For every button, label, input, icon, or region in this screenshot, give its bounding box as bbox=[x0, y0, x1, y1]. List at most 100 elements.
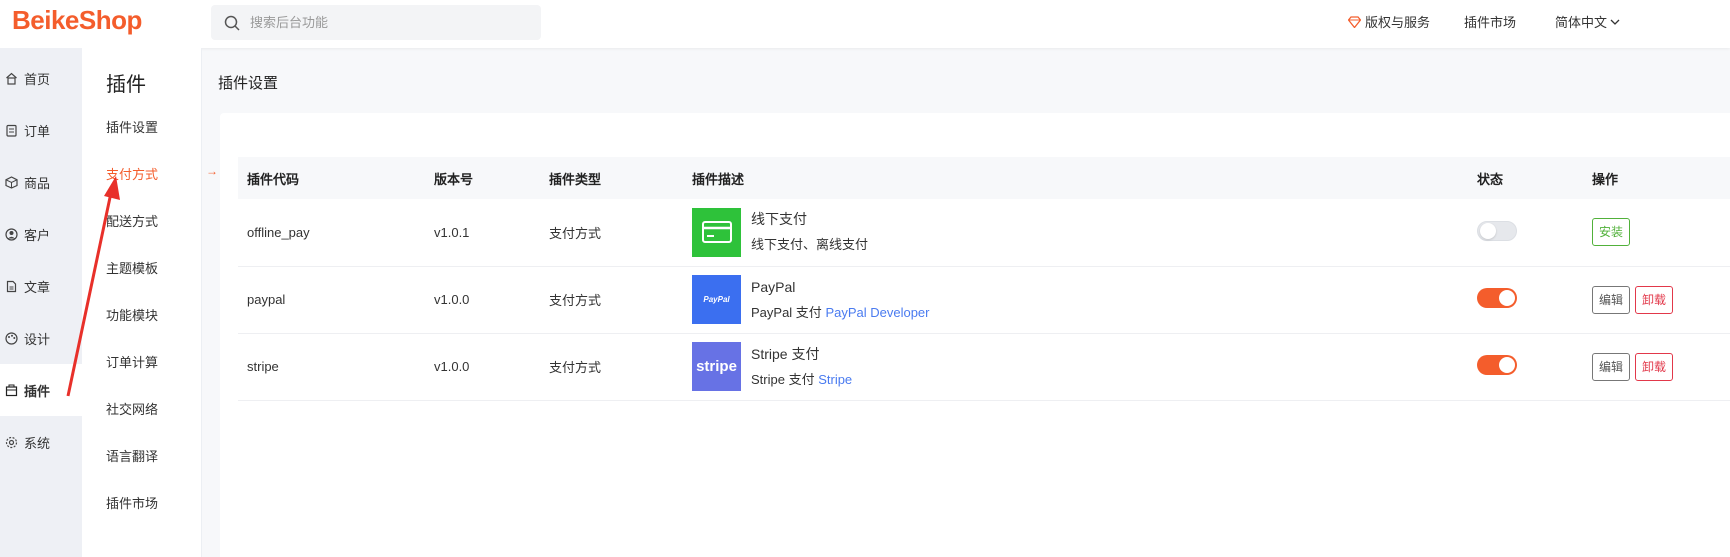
subnav-item-label: 支付方式 bbox=[106, 167, 159, 182]
plugin-subtitle: Stripe 支付 Stripe bbox=[751, 367, 852, 392]
search-box[interactable] bbox=[211, 5, 541, 40]
gear-icon bbox=[5, 436, 18, 448]
subnav-item-social-networks[interactable]: 社交网络 bbox=[106, 399, 198, 418]
sidebar-item-label: 客户 bbox=[24, 227, 51, 243]
status-toggle[interactable] bbox=[1477, 355, 1517, 375]
plugin-market-label: 插件市场 bbox=[1464, 15, 1517, 30]
plugin-code: stripe bbox=[238, 333, 425, 401]
plugins-table: 插件代码 版本号 插件类型 插件描述 状态 操作 offline_pay v1.… bbox=[238, 157, 1730, 401]
plugin-type: 支付方式 bbox=[540, 333, 683, 401]
customer-icon bbox=[5, 227, 18, 241]
sidebar-item-system[interactable]: 系统 bbox=[0, 416, 82, 468]
plugin-status bbox=[1468, 333, 1583, 401]
product-icon bbox=[5, 175, 18, 189]
table-row: stripe v1.0.0 支付方式 stripe Stripe 支付 Stri… bbox=[238, 333, 1730, 401]
sidebar-item-articles[interactable]: 文章 bbox=[0, 260, 82, 312]
subnav-item-language-translation[interactable]: 语言翻译 bbox=[106, 446, 198, 465]
subnav-item-payment-methods[interactable]: 支付方式 → bbox=[106, 164, 218, 183]
plugin-icon bbox=[5, 384, 18, 396]
developer-link[interactable]: PayPal Developer bbox=[825, 305, 929, 320]
subnav-item-theme-templates[interactable]: 主题模板 bbox=[106, 258, 198, 277]
chevron-down-icon bbox=[1610, 19, 1620, 25]
column-header-type: 插件类型 bbox=[549, 171, 602, 187]
table-row: paypal v1.0.0 支付方式 PayPal PayPal PayPal … bbox=[238, 266, 1730, 334]
developer-link[interactable]: Stripe bbox=[818, 372, 852, 387]
table-row: offline_pay v1.0.1 支付方式 线下支付 线下支付、离线支付 安… bbox=[238, 199, 1730, 267]
offline-pay-logo bbox=[692, 207, 741, 257]
top-bar: BeikeShop 版权与服务 插件市场 简体中文 bbox=[0, 0, 1730, 48]
sidebar-item-orders[interactable]: 订单 bbox=[0, 104, 82, 156]
sidebar-item-label: 商品 bbox=[24, 175, 51, 191]
subnav-item-feature-modules[interactable]: 功能模块 bbox=[106, 305, 198, 324]
plugin-subtitle-text: Stripe 支付 bbox=[751, 371, 815, 387]
order-icon bbox=[6, 124, 17, 137]
plugin-subnav: 插件 插件设置 支付方式 → 配送方式 主题模板 功能模块 订单计算 社交网络 … bbox=[82, 48, 218, 557]
brand-logo[interactable]: BeikeShop bbox=[12, 5, 142, 36]
sidebar-item-label: 订单 bbox=[24, 123, 51, 139]
sidebar-item-plugins[interactable]: 插件 bbox=[0, 364, 82, 416]
toggle-knob bbox=[1499, 290, 1515, 306]
edit-button[interactable]: 编辑 bbox=[1592, 352, 1631, 381]
plugin-code: offline_pay bbox=[238, 199, 425, 267]
table-header-row: 插件代码 版本号 插件类型 插件描述 状态 操作 bbox=[238, 157, 1730, 199]
sidebar-item-label: 插件 bbox=[24, 383, 51, 399]
plugin-version: v1.0.0 bbox=[425, 333, 540, 401]
plugin-actions: 编辑 卸载 bbox=[1583, 333, 1730, 401]
article-icon bbox=[6, 280, 17, 292]
plugin-market-link[interactable]: 插件市场 bbox=[1464, 12, 1516, 31]
column-header-description: 插件描述 bbox=[692, 171, 745, 187]
uninstall-button[interactable]: 卸载 bbox=[1635, 352, 1674, 381]
plugin-description: stripe Stripe 支付 Stripe 支付 Stripe bbox=[683, 333, 1468, 401]
plugin-status bbox=[1468, 266, 1583, 334]
subnav-item-order-totals[interactable]: 订单计算 bbox=[106, 352, 198, 371]
subnav-title: 插件 bbox=[106, 74, 146, 96]
plugin-actions: 安装 bbox=[1583, 199, 1730, 267]
sidebar-item-design[interactable]: 设计 bbox=[0, 312, 82, 364]
language-switcher[interactable]: 简体中文 bbox=[1555, 12, 1624, 31]
search-input[interactable] bbox=[250, 15, 510, 30]
plugin-subtitle-text: PayPal 支付 bbox=[751, 304, 822, 320]
sidebar-item-home[interactable]: 首页 bbox=[0, 52, 82, 104]
palette-icon bbox=[5, 331, 18, 345]
subnav-item-plugin-market[interactable]: 插件市场 bbox=[106, 493, 198, 512]
stripe-logo: stripe bbox=[692, 342, 741, 391]
paypal-logo: PayPal bbox=[692, 275, 741, 324]
plugin-description: 线下支付 线下支付、离线支付 bbox=[683, 199, 1468, 267]
plugin-version: v1.0.0 bbox=[425, 266, 540, 334]
sidebar-item-label: 文章 bbox=[24, 279, 51, 295]
copyright-service-link[interactable]: 版权与服务 bbox=[1348, 12, 1430, 31]
main-sidebar: 首页 订单 商品 客户 文章 设计 插件 系统 bbox=[0, 48, 82, 557]
plugin-type: 支付方式 bbox=[540, 266, 683, 334]
subnav-item-plugin-settings[interactable]: 插件设置 bbox=[106, 117, 198, 136]
plugin-title: PayPal bbox=[751, 278, 796, 295]
plugin-title: Stripe 支付 bbox=[751, 345, 820, 362]
sidebar-item-products[interactable]: 商品 bbox=[0, 156, 82, 208]
plugin-actions: 编辑 卸载 bbox=[1583, 266, 1730, 334]
plugin-status bbox=[1468, 199, 1583, 267]
toggle-knob bbox=[1499, 357, 1515, 373]
plugin-version: v1.0.1 bbox=[425, 199, 540, 267]
column-header-code: 插件代码 bbox=[247, 171, 300, 187]
uninstall-button[interactable]: 卸载 bbox=[1635, 285, 1674, 314]
edit-button[interactable]: 编辑 bbox=[1592, 285, 1631, 314]
card-icon bbox=[701, 221, 732, 244]
toggle-knob bbox=[1480, 222, 1496, 239]
diamond-icon bbox=[1348, 15, 1361, 28]
install-button[interactable]: 安装 bbox=[1592, 218, 1631, 247]
column-header-status: 状态 bbox=[1477, 171, 1504, 187]
sidebar-item-customers[interactable]: 客户 bbox=[0, 208, 82, 260]
home-icon bbox=[6, 72, 17, 85]
plugin-subtitle: 线下支付、离线支付 bbox=[751, 237, 869, 253]
status-toggle[interactable] bbox=[1477, 220, 1517, 241]
plugin-description: PayPal PayPal PayPal 支付 PayPal Developer bbox=[683, 266, 1468, 334]
page-title: 插件设置 bbox=[218, 75, 279, 92]
arrow-right-icon: → bbox=[206, 164, 218, 178]
subnav-item-shipping-methods[interactable]: 配送方式 bbox=[106, 211, 198, 230]
sidebar-item-label: 首页 bbox=[24, 71, 51, 87]
status-toggle[interactable] bbox=[1477, 288, 1517, 308]
language-label: 简体中文 bbox=[1555, 15, 1608, 30]
plugin-subtitle: PayPal 支付 PayPal Developer bbox=[751, 300, 930, 325]
copyright-service-label: 版权与服务 bbox=[1365, 15, 1431, 30]
plugin-type: 支付方式 bbox=[540, 199, 683, 267]
search-icon bbox=[224, 15, 240, 31]
